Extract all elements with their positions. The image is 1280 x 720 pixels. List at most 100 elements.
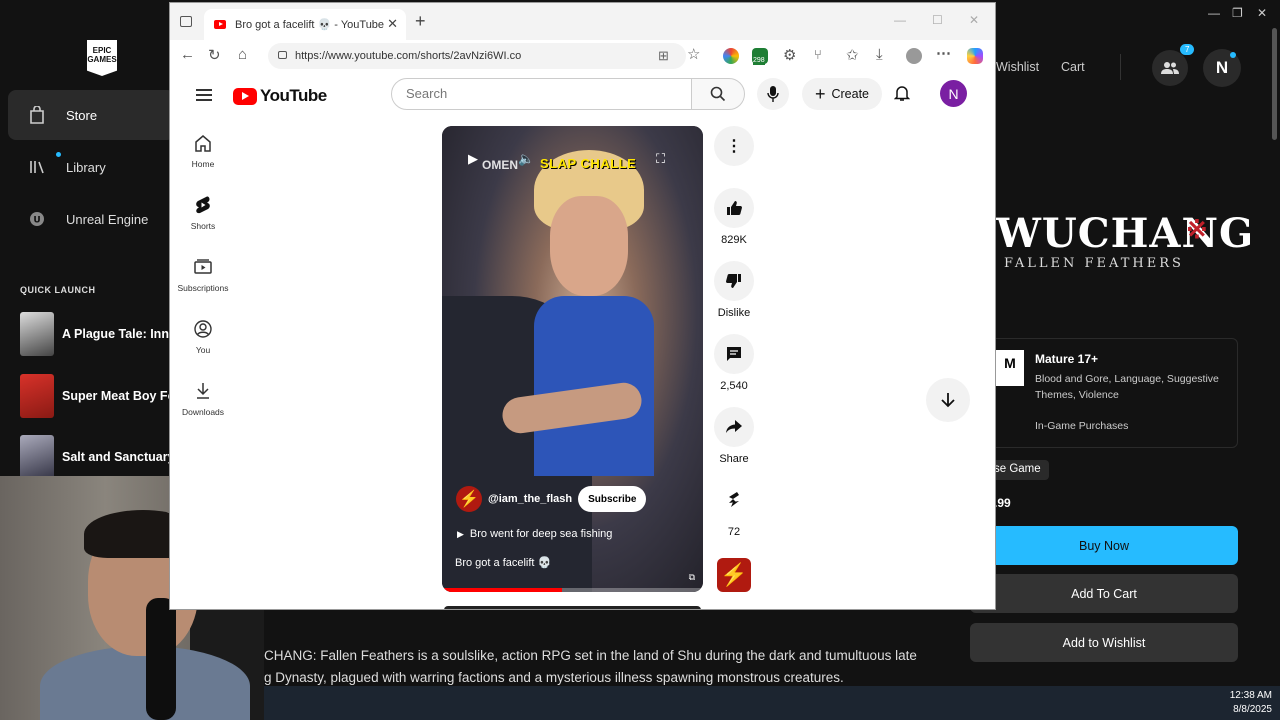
game-thumbnail	[20, 435, 54, 479]
maximize-icon[interactable]: ☐	[932, 13, 943, 27]
downloads-icon	[193, 382, 213, 402]
sidebar-item-store[interactable]: Store	[8, 90, 175, 140]
dislike-action[interactable]: Dislike	[714, 261, 754, 319]
new-tab-icon[interactable]: +	[415, 11, 426, 32]
maximize-icon[interactable]: ❐	[1232, 6, 1243, 20]
channel-name[interactable]: @iam_the_flash	[488, 493, 572, 505]
refresh-icon[interactable]: ↻	[208, 46, 221, 64]
youtube-logo[interactable]: YouTube	[233, 86, 327, 106]
price: .99	[994, 496, 1011, 510]
share-action[interactable]: Share	[714, 407, 754, 465]
add-to-wishlist-button[interactable]: Add to Wishlist	[970, 623, 1238, 662]
address-bar[interactable]: https://www.youtube.com/shorts/2avNzi6WI…	[268, 43, 686, 69]
guide-item-downloads[interactable]: Downloads	[170, 382, 236, 417]
quick-launch-item[interactable]: A Plague Tale: Inno	[20, 312, 177, 356]
share-button[interactable]	[714, 407, 754, 447]
wishlist-link[interactable]: Wishlist	[996, 60, 1039, 74]
favorite-icon[interactable]: ☆	[687, 45, 700, 63]
color-extension-icon[interactable]	[723, 48, 739, 64]
epic-games-logo[interactable]: EPIC GAMES	[87, 40, 117, 76]
webcam-microphone	[146, 598, 176, 720]
guide-item-home[interactable]: Home	[170, 134, 236, 169]
shorts-video-player[interactable]: OMEN SLAP CHALLE ▶ 🔈 ⛶ ⚡ @iam_the_flash …	[442, 126, 703, 592]
game-description: CHANG: Fallen Feathers is a soulslike, a…	[264, 645, 944, 689]
tag-icon	[28, 106, 46, 124]
sidebar-item-label: Store	[66, 107, 98, 123]
close-icon[interactable]: ✕	[1257, 6, 1267, 20]
favorites-icon[interactable]: ✩	[846, 46, 859, 64]
unreal-icon: U	[28, 210, 46, 228]
comments-button[interactable]	[714, 334, 754, 374]
minimize-icon[interactable]: —	[894, 13, 906, 27]
youtube-play-icon	[233, 87, 257, 105]
sidebar-item-label: Unreal Engine	[66, 211, 149, 227]
volume-icon[interactable]: 🔈	[518, 151, 534, 167]
comments-action[interactable]: 2,540	[714, 334, 754, 392]
remix-button[interactable]	[714, 480, 754, 520]
tab-list-icon[interactable]	[180, 16, 192, 27]
guide-item-you[interactable]: You	[170, 320, 236, 355]
more-options-icon[interactable]: ⋯	[936, 44, 951, 62]
remix-action[interactable]: 72	[714, 480, 754, 538]
account-avatar[interactable]: N	[940, 80, 967, 107]
downloads-icon[interactable]: ⤓	[876, 46, 883, 63]
extensions-icon[interactable]: ⚙	[783, 46, 796, 64]
music-row[interactable]: ▶ Bro went for deep sea fishing	[457, 528, 612, 540]
back-icon[interactable]: ←	[180, 46, 195, 63]
dislike-button[interactable]	[714, 261, 754, 301]
friends-button[interactable]	[1152, 50, 1188, 86]
home-icon[interactable]: ⌂	[238, 46, 247, 63]
copilot-icon[interactable]	[967, 48, 983, 64]
arrow-down-icon	[941, 393, 955, 408]
youtube-favicon-icon	[214, 20, 226, 29]
video-progress-bar[interactable]	[442, 588, 703, 592]
search-button[interactable]	[691, 78, 745, 110]
profile-icon[interactable]	[906, 48, 922, 64]
minimize-icon[interactable]: —	[1208, 6, 1220, 20]
close-icon[interactable]: ✕	[969, 13, 979, 27]
create-label: Create	[831, 87, 870, 101]
dislike-label: Dislike	[717, 307, 751, 319]
counter-extension-icon[interactable]: 298	[752, 48, 768, 65]
quick-launch-item[interactable]: Super Meat Boy Fo	[20, 374, 175, 418]
close-tab-icon[interactable]: ✕	[387, 16, 398, 32]
search-input[interactable]: Search	[391, 78, 692, 110]
site-info-icon[interactable]	[278, 51, 287, 59]
quick-launch-item[interactable]: Salt and Sanctuary	[20, 435, 175, 479]
notifications-button[interactable]	[893, 84, 911, 107]
buy-now-button[interactable]: Buy Now	[970, 526, 1238, 565]
guide-label: Shorts	[190, 221, 216, 231]
video-overlay-title: SLAP CHALLE	[540, 156, 637, 171]
cart-link[interactable]: Cart	[1061, 60, 1085, 74]
guide-item-subscriptions[interactable]: Subscriptions	[170, 258, 236, 293]
sidebar-item-unreal-engine[interactable]: U Unreal Engine	[8, 194, 175, 244]
guide-label: You	[195, 345, 211, 355]
split-screen-icon[interactable]: ⑂	[814, 47, 822, 62]
create-button[interactable]: + Create	[802, 78, 882, 110]
play-icon[interactable]: ▶	[468, 151, 478, 167]
channel-row: ⚡ @iam_the_flash Subscribe	[456, 486, 647, 512]
more-actions-button[interactable]: ⋮	[714, 126, 754, 166]
like-action[interactable]: 829K	[714, 188, 754, 246]
taskbar-clock[interactable]: 12:38 AM 8/8/2025	[1230, 689, 1272, 717]
sidebar-item-library[interactable]: Library	[8, 142, 175, 192]
voice-search-button[interactable]	[757, 78, 789, 110]
comment-icon	[727, 347, 741, 361]
add-to-cart-button[interactable]: Add To Cart	[970, 574, 1238, 613]
subscribe-button[interactable]: Subscribe	[578, 486, 647, 512]
shorts-icon	[193, 196, 213, 216]
game-thumbnail	[20, 374, 54, 418]
bell-icon	[893, 86, 911, 101]
menu-icon[interactable]	[196, 89, 212, 101]
app-available-icon[interactable]: ⊞	[658, 43, 669, 69]
more-vertical-icon: ⋮	[726, 138, 742, 155]
fullscreen-icon[interactable]: ⛶	[656, 151, 665, 167]
guide-item-shorts[interactable]: Shorts	[170, 196, 236, 231]
channel-avatar-icon[interactable]: ⚡	[456, 486, 482, 512]
subscriptions-icon	[193, 258, 213, 278]
sound-thumbnail-icon[interactable]: ⚡	[717, 558, 751, 592]
tab-youtube[interactable]: Bro got a facelift 💀 - YouTube ✕	[204, 9, 406, 40]
page-scrollbar[interactable]	[1272, 28, 1277, 140]
next-short-button[interactable]	[926, 378, 970, 422]
like-button[interactable]	[714, 188, 754, 228]
